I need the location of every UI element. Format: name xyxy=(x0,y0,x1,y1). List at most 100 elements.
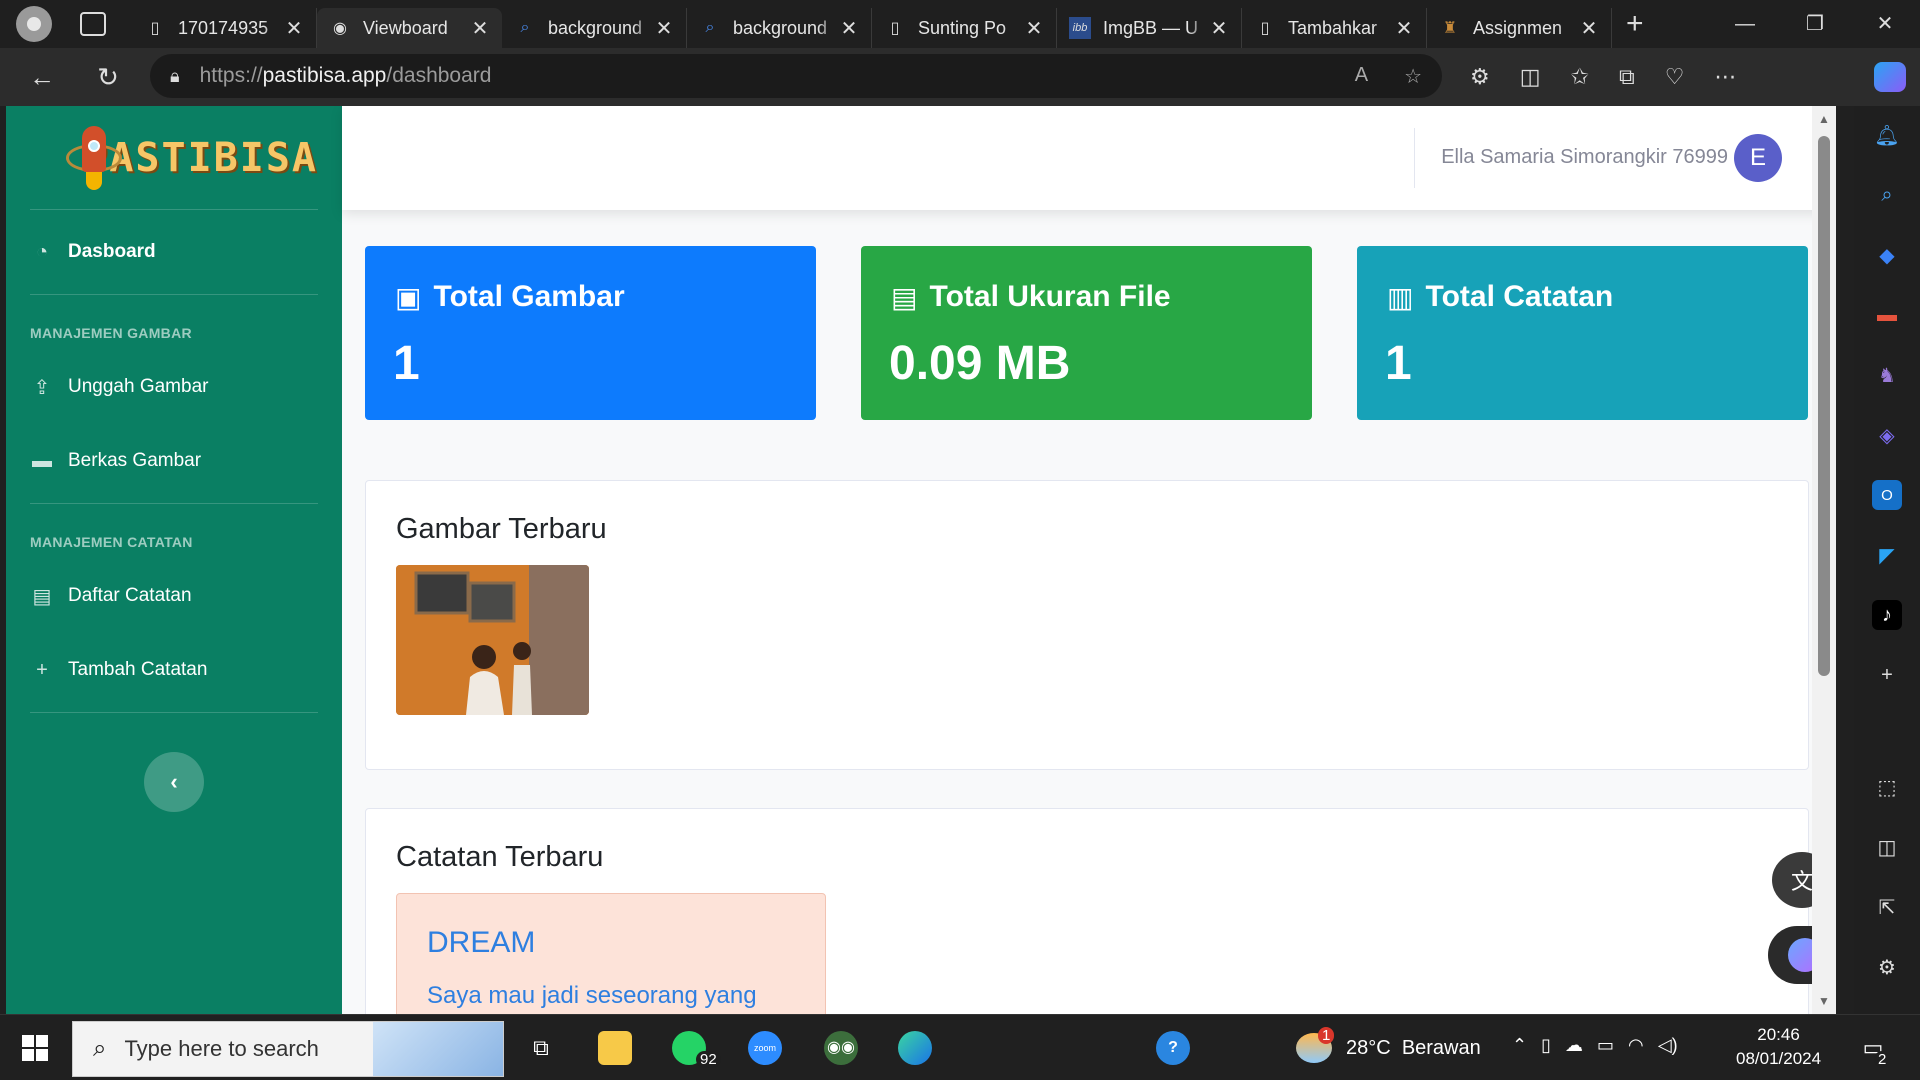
brand-logo[interactable]: PASTIBISA xyxy=(30,106,318,210)
tab-6[interactable]: ibb ImgBB — U ✕ xyxy=(1057,8,1242,48)
more-menu-icon[interactable]: ⋯ xyxy=(1714,64,1736,90)
copilot-icon[interactable] xyxy=(1874,62,1906,92)
sidebar-item-label: Dasboard xyxy=(68,241,156,262)
battery-icon[interactable]: ▭ xyxy=(1597,1035,1614,1056)
tab-4[interactable]: ⌕ background ✕ xyxy=(687,8,872,48)
browser-essentials-icon[interactable]: ♡ xyxy=(1665,64,1685,90)
plus-icon: + xyxy=(36,658,48,681)
zoom-icon[interactable]: zoom xyxy=(748,1031,782,1065)
open-external-icon[interactable]: ⇱ xyxy=(1872,892,1902,922)
collections-icon[interactable]: ⧉ xyxy=(1619,64,1635,90)
avatar[interactable]: E xyxy=(1734,134,1782,182)
note-card[interactable]: DREAM Saya mau jadi seseorang yang xyxy=(396,893,826,1014)
scroll-up-icon[interactable]: ▲ xyxy=(1818,112,1830,126)
scrollbar-thumb[interactable] xyxy=(1818,136,1830,676)
profile-avatar-icon[interactable] xyxy=(16,6,52,42)
page-scrollbar[interactable]: ▲ ▼ xyxy=(1812,106,1836,1014)
close-tab-icon[interactable]: ✕ xyxy=(1209,16,1229,41)
close-tab-icon[interactable]: ✕ xyxy=(839,16,859,41)
page-icon: ▯ xyxy=(1260,20,1270,37)
book-icon: ▤ xyxy=(32,585,52,608)
tab-title: Viewboard xyxy=(363,17,448,38)
weather-widget[interactable]: 1 28°C Berawan xyxy=(1296,1027,1481,1063)
taskbar-clock[interactable]: 20:46 08/01/2024 xyxy=(1736,1023,1821,1071)
back-icon[interactable]: ← xyxy=(22,62,62,93)
stat-card-value: 0.09 MB xyxy=(889,337,1071,390)
sidebar-item-dashboard[interactable]: ◔ Dasboard xyxy=(6,210,342,294)
add-app-icon[interactable]: + xyxy=(1872,660,1902,690)
tab-1[interactable]: ▯ 170174935 ✕ xyxy=(132,8,317,48)
minimize-icon[interactable]: — xyxy=(1710,0,1780,48)
restore-icon[interactable]: ❐ xyxy=(1780,0,1850,48)
window-controls: — ❐ ✕ xyxy=(1710,0,1920,48)
copilot-side-icon[interactable]: ◈ xyxy=(1872,420,1902,450)
search-icon: ⌕ xyxy=(93,1035,107,1062)
split-screen-icon[interactable]: ◫ xyxy=(1520,64,1541,90)
new-tab-icon[interactable]: + xyxy=(1626,7,1644,41)
send-icon[interactable]: ◤ xyxy=(1872,540,1902,570)
tools-icon[interactable]: ▬ xyxy=(1872,300,1902,330)
tab-3[interactable]: ⌕ background ✕ xyxy=(502,8,687,48)
close-tab-icon[interactable]: ✕ xyxy=(284,16,304,41)
volume-icon[interactable]: ◁) xyxy=(1658,1035,1678,1056)
extensions-icon[interactable]: ⚙ xyxy=(1470,64,1490,90)
close-tab-icon[interactable]: ✕ xyxy=(654,16,674,41)
favorites-icon[interactable]: ✩ xyxy=(1571,64,1589,90)
close-tab-icon[interactable]: ✕ xyxy=(1394,16,1414,41)
user-name[interactable]: Ella Samaria Simorangkir 76999 xyxy=(1441,146,1728,169)
windows-start-icon[interactable] xyxy=(22,1035,48,1061)
outlook-icon[interactable]: O xyxy=(1872,480,1902,510)
owl-app-icon[interactable]: ◉◉ xyxy=(824,1031,858,1065)
close-tab-icon[interactable]: ✕ xyxy=(1024,16,1044,41)
tab-8[interactable]: ♜ Assignmen ✕ xyxy=(1427,8,1612,48)
task-view-icon[interactable]: ⧉ xyxy=(524,1031,558,1065)
refresh-icon[interactable]: ↻ xyxy=(88,62,128,93)
taskbar-search[interactable]: ⌕ Type here to search xyxy=(72,1021,504,1077)
shopping-tag-icon[interactable]: ◆ xyxy=(1872,240,1902,270)
search-icon[interactable]: ⌕ xyxy=(1872,180,1902,210)
sidebar-toggle-button[interactable]: ‹ xyxy=(144,752,204,812)
recent-notes-panel: Catatan Terbaru DREAM Saya mau jadi sese… xyxy=(365,808,1809,1014)
close-tab-icon[interactable]: ✕ xyxy=(470,16,490,41)
chevron-up-icon[interactable]: ⌃ xyxy=(1512,1035,1527,1056)
device-icon[interactable]: ▯ xyxy=(1541,1035,1551,1056)
settings-gear-icon[interactable]: ⚙ xyxy=(1872,952,1902,982)
sidebar-item-upload[interactable]: ⇪ Unggah Gambar xyxy=(6,355,342,419)
rocket-logo-icon xyxy=(66,122,122,194)
file-explorer-icon[interactable] xyxy=(598,1031,632,1065)
tab-title: 170174935 xyxy=(178,17,269,38)
sidebar-item-label: Tambah Catatan xyxy=(68,659,208,680)
browser-tools: ⚙ ◫ ✩ ⧉ ♡ ⋯ xyxy=(1470,48,1736,106)
read-aloud-icon[interactable]: A xyxy=(1355,64,1368,89)
screenshot-icon[interactable]: ⬚ xyxy=(1872,772,1902,802)
close-tab-icon[interactable]: ✕ xyxy=(1579,16,1599,41)
topbar: Ella Samaria Simorangkir 76999 E xyxy=(342,106,1836,210)
bell-icon[interactable]: 🔔︎ xyxy=(1872,120,1902,150)
help-icon[interactable]: ? xyxy=(1156,1031,1190,1065)
book-icon: ▥ xyxy=(1387,281,1414,313)
tab-title: Assignmen xyxy=(1473,17,1563,38)
topbar-divider xyxy=(1414,128,1415,188)
tab-actions-icon[interactable] xyxy=(80,12,106,36)
url-text: https://pastibisa.app/dashboard xyxy=(199,64,492,87)
url-bar[interactable]: 🔒︎ https://pastibisa.app/dashboard A ☆ xyxy=(150,54,1442,98)
tab-7[interactable]: ▯ Tambahkar ✕ xyxy=(1242,8,1427,48)
tiktok-icon[interactable]: ♪ xyxy=(1872,600,1902,630)
close-window-icon[interactable]: ✕ xyxy=(1850,0,1920,48)
tab-viewboard[interactable]: ◉ Viewboard ✕ xyxy=(317,8,502,48)
pastibisa-icon: ◉ xyxy=(333,20,347,37)
sidebar-item-list-notes[interactable]: ▤ Daftar Catatan xyxy=(6,564,342,628)
notification-count: 2 xyxy=(1874,1051,1891,1068)
edge-browser-icon[interactable] xyxy=(898,1031,932,1065)
scroll-down-icon[interactable]: ▼ xyxy=(1818,994,1830,1008)
wifi-icon[interactable]: ◠ xyxy=(1628,1035,1644,1056)
image-thumbnail[interactable] xyxy=(396,565,589,715)
sidebar-layout-icon[interactable]: ◫ xyxy=(1872,832,1902,862)
onedrive-cloud-icon[interactable]: ☁ xyxy=(1565,1035,1583,1056)
favorite-star-icon[interactable]: ☆ xyxy=(1404,64,1422,89)
tab-5[interactable]: ▯ Sunting Po ✕ xyxy=(872,8,1057,48)
whatsapp-badge: 92 xyxy=(696,1051,721,1068)
games-icon[interactable]: ♞ xyxy=(1872,360,1902,390)
sidebar-item-files[interactable]: ▬ Berkas Gambar xyxy=(6,419,342,503)
sidebar-item-add-note[interactable]: + Tambah Catatan xyxy=(6,628,342,712)
